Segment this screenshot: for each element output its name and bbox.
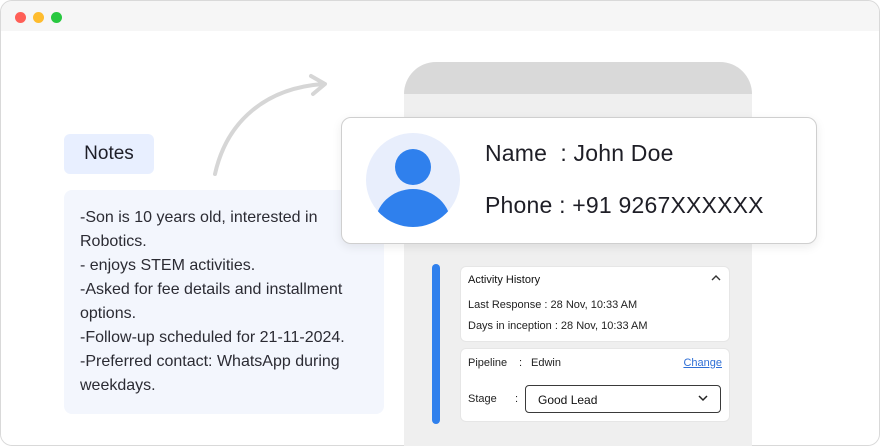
pipeline-value: Edwin	[531, 357, 561, 369]
notes-card: -Son is 10 years old, interested in Robo…	[64, 190, 384, 414]
last-response-row: Last Response : 28 Nov, 10:33 AM	[468, 299, 638, 311]
window-titlebar	[1, 1, 879, 31]
close-window-button[interactable]	[15, 12, 26, 23]
activity-history-title: Activity History	[468, 274, 541, 286]
pipeline-separator: :	[519, 357, 523, 369]
contact-phone: Phone : +91 9267XXXXXX	[485, 192, 764, 218]
accent-bar	[432, 264, 440, 424]
note-line: -Son is 10 years old, interested in	[80, 209, 318, 226]
notes-badge: Notes	[64, 134, 154, 174]
days-in-inception-row: Days in inception : 28 Nov, 10:33 AM	[468, 320, 648, 332]
contact-name: Name : John Doe	[485, 140, 674, 166]
contact-profile-card: Name : John Doe Phone : +91 9267XXXXXX	[341, 117, 817, 244]
notes-badge-label: Notes	[84, 143, 134, 164]
stage-selected-value: Good Lead	[538, 393, 598, 407]
chevron-down-icon	[698, 395, 708, 402]
note-line: Robotics.	[80, 233, 147, 250]
note-line: weekdays.	[80, 377, 156, 394]
stage-separator: :	[515, 393, 519, 405]
pipeline-label: Pipeline	[468, 357, 508, 369]
stage-select[interactable]: Good Lead	[525, 385, 721, 413]
pipeline-card: Pipeline : Edwin Change Stage : Good Lea…	[460, 348, 730, 422]
avatar-icon	[366, 133, 460, 227]
curved-arrow-icon	[213, 74, 327, 176]
chevron-up-icon[interactable]	[711, 274, 721, 282]
note-line: -Asked for fee details and installment	[80, 281, 343, 298]
minimize-window-button[interactable]	[33, 12, 44, 23]
activity-history-card[interactable]: Activity History Last Response : 28 Nov,…	[460, 266, 730, 342]
change-pipeline-link[interactable]: Change	[683, 357, 722, 369]
stage-label: Stage	[468, 393, 497, 405]
note-line: -Follow-up scheduled for 21-11-2024.	[80, 329, 345, 346]
note-line: -Preferred contact: WhatsApp during	[80, 353, 340, 370]
note-line: - enjoys STEM activities.	[80, 257, 256, 274]
note-line: options.	[80, 305, 137, 322]
maximize-window-button[interactable]	[51, 12, 62, 23]
